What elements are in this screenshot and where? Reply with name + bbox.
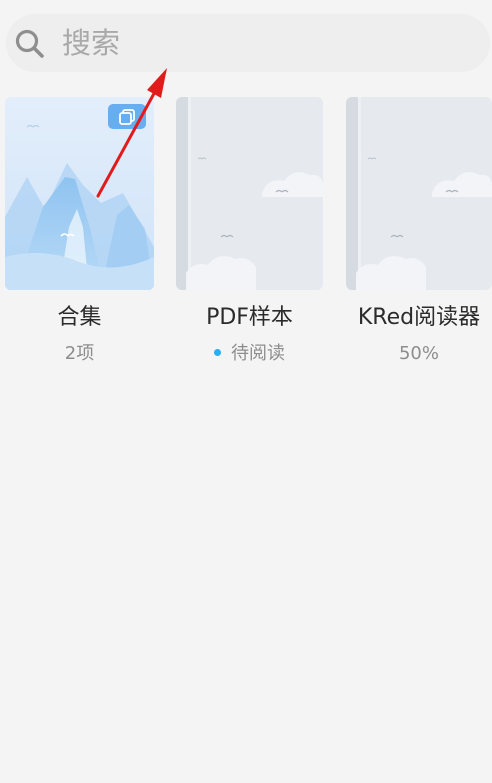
book-title: KRed阅读器: [357, 305, 481, 330]
book-item-collection[interactable]: 合集 2项: [5, 97, 154, 377]
unread-dot: [214, 348, 221, 356]
book-status: 待阅读: [156, 342, 343, 366]
book-cover[interactable]: [176, 97, 323, 290]
book-title: PDF样本: [206, 305, 293, 330]
book-cover[interactable]: [346, 97, 492, 290]
book-item-kred-reader[interactable]: KRed阅读器 50%: [346, 97, 492, 377]
search-placeholder: 搜索: [62, 26, 121, 60]
collection-icon: [108, 104, 146, 129]
search-bar[interactable]: 搜索: [6, 14, 490, 72]
search-icon: [15, 29, 44, 58]
book-item-pdf-sample[interactable]: PDF样本 待阅读: [176, 97, 323, 377]
book-status: 2项: [64, 343, 95, 364]
book-title: 合集: [57, 305, 102, 330]
book-status: 50%: [398, 343, 439, 364]
